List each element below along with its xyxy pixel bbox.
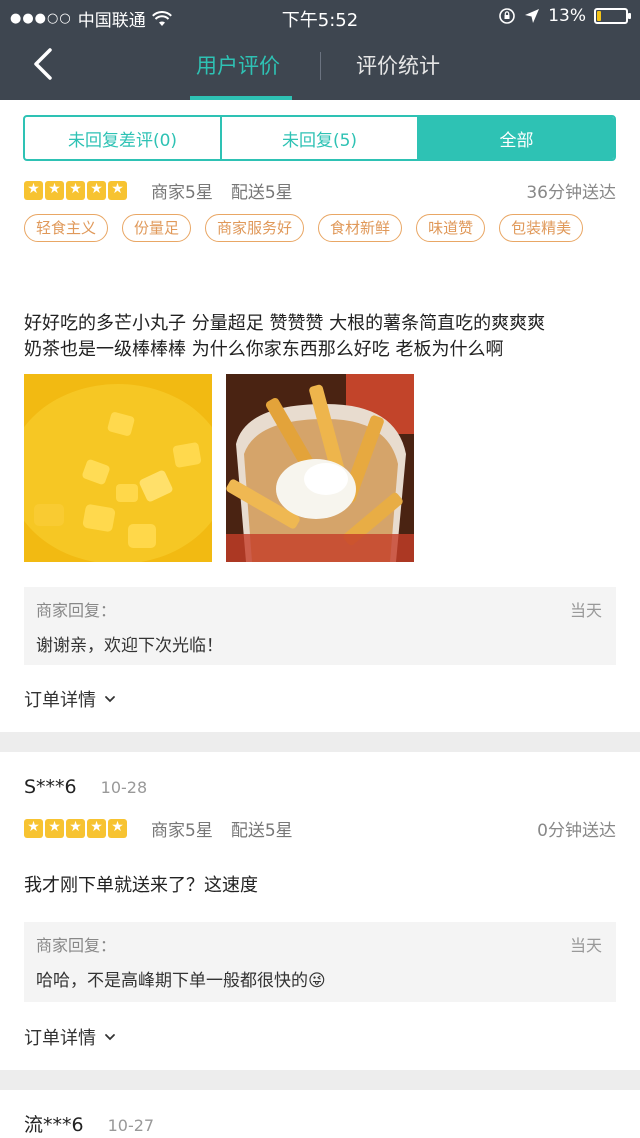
review-tag: 味道赞 — [416, 214, 486, 242]
star-icon — [45, 180, 64, 200]
reply-text: 哈哈，不是高峰期下单一般都很快的😜 — [36, 971, 326, 991]
order-details-link[interactable]: 订单详情 — [24, 1024, 116, 1050]
chevron-down-icon — [105, 696, 115, 703]
status-bar: ●●●○○ 中国联通 下午5:52 13% — [0, 0, 640, 34]
delivery-rating: 配送5星 — [230, 183, 293, 203]
location-arrow-icon — [525, 9, 540, 23]
review-tag: 商家服务好 — [205, 214, 305, 242]
battery-percent: 13% — [548, 6, 586, 26]
star-icon — [108, 818, 127, 838]
review-date: 10-28 — [100, 778, 148, 797]
star-rating — [24, 180, 127, 200]
tab-review-stats[interactable]: 评价统计 — [356, 50, 440, 80]
review-photo-mango-dessert[interactable] — [24, 374, 212, 562]
merchant-rating: 商家5星 — [151, 183, 213, 203]
app-header: ●●●○○ 中国联通 下午5:52 13% 用户评价 评价统计 — [0, 0, 640, 100]
chevron-down-icon — [105, 1034, 115, 1041]
reply-label: 商家回复： — [36, 601, 117, 620]
reply-date: 当天 — [569, 601, 602, 620]
review-tag: 轻食主义 — [24, 214, 109, 242]
merchant-rating: 商家5星 — [151, 821, 213, 841]
review-date: 10-27 — [107, 1116, 155, 1135]
fries-image — [226, 374, 414, 562]
review-tag: 份量足 — [122, 214, 192, 242]
star-rating — [24, 818, 127, 838]
review-card: 未回复差评(0) 未回复(5) 全部 商家5星 配送5星 36分钟送达 轻食主义… — [0, 100, 640, 732]
star-icon — [87, 818, 106, 838]
review-text: 好好吃的多芒小丸子 分量超足 赞赞赞 大根的薯条简直吃的爽爽爽 奶茶也是一级棒棒… — [24, 311, 624, 363]
order-details-link[interactable]: 订单详情 — [24, 686, 116, 712]
merchant-reply: 商家回复： 当天 哈哈，不是高峰期下单一般都很快的😜 — [24, 922, 616, 1002]
star-icon — [24, 818, 43, 838]
orientation-lock-icon — [499, 8, 516, 24]
review-tags: 轻食主义 份量足 商家服务好 食材新鲜 味道赞 包装精美 — [24, 214, 616, 242]
reply-date: 当天 — [569, 936, 602, 955]
order-details-label: 订单详情 — [24, 1028, 96, 1049]
review-card: 流***6 10-27 — [0, 1090, 640, 1138]
filter-all[interactable]: 全部 — [419, 117, 614, 159]
rating-row: 商家5星 配送5星 0分钟送达 — [24, 816, 616, 841]
review-text: 我才刚下单就送来了？这速度 — [24, 873, 624, 899]
reviewer-row: S***6 10-28 — [24, 776, 147, 798]
filter-unreplied[interactable]: 未回复(5) — [222, 117, 419, 159]
nav-bar: 用户评价 评价统计 — [0, 34, 640, 100]
review-text-line: 我才刚下单就送来了？这速度 — [24, 875, 258, 896]
status-right: 13% — [498, 6, 631, 26]
battery-icon — [594, 8, 631, 24]
tab-divider — [320, 52, 321, 80]
reviewer-row: 流***6 10-27 — [24, 1110, 154, 1137]
reviewer-name: 流***6 — [24, 1114, 84, 1136]
back-arrow-icon[interactable] — [24, 44, 64, 84]
tab-user-reviews[interactable]: 用户评价 — [196, 50, 280, 80]
battery-fill — [597, 11, 601, 21]
star-icon — [24, 180, 43, 200]
order-details-label: 订单详情 — [24, 690, 96, 711]
star-icon — [87, 180, 106, 200]
delivery-time: 36分钟送达 — [526, 183, 616, 203]
review-tag: 食材新鲜 — [318, 214, 403, 242]
star-icon — [45, 818, 64, 838]
review-text-line: 奶茶也是一级棒棒棒 为什么你家东西那么好吃 老板为什么啊 — [24, 339, 504, 360]
star-icon — [108, 180, 127, 200]
review-card: S***6 10-28 商家5星 配送5星 0分钟送达 我才刚下单就送来了？这速… — [0, 752, 640, 1070]
rating-row: 商家5星 配送5星 36分钟送达 — [24, 178, 616, 203]
star-icon — [66, 180, 85, 200]
delivery-rating: 配送5星 — [230, 821, 293, 841]
review-tag: 包装精美 — [499, 214, 584, 242]
review-photo-fries[interactable] — [226, 374, 414, 562]
filter-unreplied-negative[interactable]: 未回复差评(0) — [25, 117, 222, 159]
review-text-line: 好好吃的多芒小丸子 分量超足 赞赞赞 大根的薯条简直吃的爽爽爽 — [24, 313, 546, 334]
reply-text: 谢谢亲，欢迎下次光临！ — [36, 636, 223, 656]
mango-dessert-image — [24, 374, 212, 562]
reviewer-name: S***6 — [24, 776, 77, 798]
reply-filter: 未回复差评(0) 未回复(5) 全部 — [23, 115, 616, 161]
reply-label: 商家回复： — [36, 936, 117, 955]
merchant-reply: 商家回复： 当天 谢谢亲，欢迎下次光临！ — [24, 587, 616, 665]
star-icon — [66, 818, 85, 838]
delivery-time: 0分钟送达 — [537, 821, 616, 841]
